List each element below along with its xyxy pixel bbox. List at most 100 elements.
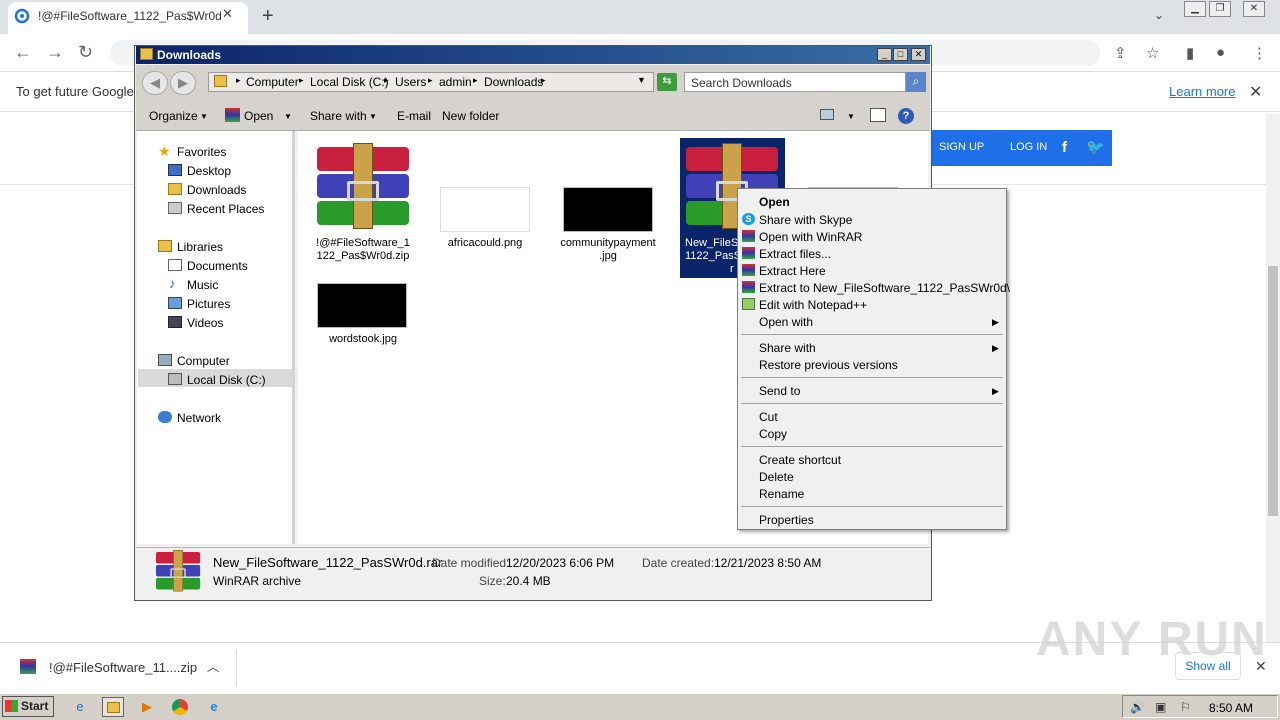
learn-more-link[interactable]: Learn more bbox=[1169, 84, 1235, 99]
menu-extract-files[interactable]: Extract files... bbox=[759, 247, 831, 261]
explorer-taskbar-icon[interactable] bbox=[102, 697, 124, 717]
media-player-icon[interactable]: ▶ bbox=[136, 697, 158, 717]
breadcrumb-arrow-icon[interactable]: ▸ bbox=[236, 75, 241, 86]
breadcrumb-arrow-icon[interactable]: ▸ bbox=[299, 75, 304, 86]
explorer-close-button[interactable]: ✕ bbox=[911, 48, 926, 61]
signup-link[interactable]: SIGN UP bbox=[939, 141, 984, 153]
explorer-titlebar[interactable] bbox=[136, 46, 930, 64]
explorer-back-icon[interactable]: ◀ bbox=[142, 71, 168, 95]
breadcrumb-arrow-icon[interactable]: ▸ bbox=[473, 75, 478, 86]
nav-pictures[interactable]: Pictures bbox=[187, 297, 230, 311]
file-label[interactable]: africacould.png bbox=[430, 237, 540, 250]
breadcrumb-admin[interactable]: admin bbox=[439, 75, 472, 89]
nav-favorites[interactable]: Favorites bbox=[177, 145, 226, 159]
nav-libraries[interactable]: Libraries bbox=[177, 240, 223, 254]
breadcrumb-arrow-icon[interactable]: ▸ bbox=[541, 75, 546, 86]
menu-delete[interactable]: Delete bbox=[759, 470, 794, 484]
back-arrow-icon[interactable]: ← bbox=[14, 42, 32, 63]
search-icon[interactable]: ⌕ bbox=[906, 72, 926, 92]
taskbar-clock[interactable]: 8:50 AM bbox=[1209, 701, 1253, 715]
menu-cut[interactable]: Cut bbox=[759, 410, 778, 424]
nav-recent-places[interactable]: Recent Places bbox=[187, 202, 264, 216]
image-thumbnail[interactable] bbox=[563, 187, 653, 232]
file-label[interactable]: wordstook.jpg bbox=[308, 333, 418, 346]
volume-icon[interactable]: 🔊 bbox=[1130, 700, 1145, 714]
menu-restore-versions[interactable]: Restore previous versions bbox=[759, 358, 898, 372]
close-window-button[interactable]: ✕ bbox=[1243, 1, 1265, 17]
help-icon[interactable]: ? bbox=[898, 108, 914, 124]
infobar-close-icon[interactable]: ✕ bbox=[1249, 82, 1262, 102]
scrollbar-thumb[interactable] bbox=[1268, 266, 1278, 516]
edge-icon[interactable]: e bbox=[203, 697, 225, 717]
breadcrumb-arrow-icon[interactable]: ▸ bbox=[428, 75, 433, 86]
file-label[interactable]: New_FileSo 1122_PasS r bbox=[682, 237, 744, 276]
tab-search-chevron-icon[interactable]: ⌄ bbox=[1154, 8, 1164, 22]
chevron-up-icon[interactable]: ︿ bbox=[207, 658, 219, 675]
nav-desktop[interactable]: Desktop bbox=[187, 164, 231, 178]
menu-open[interactable]: Open bbox=[759, 195, 790, 209]
menu-copy[interactable]: Copy bbox=[759, 427, 787, 441]
chrome-icon[interactable] bbox=[169, 697, 191, 717]
menu-share-skype[interactable]: Share with Skype bbox=[759, 213, 852, 227]
breadcrumb-downloads[interactable]: Downloads bbox=[484, 75, 543, 89]
menu-create-shortcut[interactable]: Create shortcut bbox=[759, 453, 841, 467]
view-dropdown-icon[interactable]: ▼ bbox=[847, 112, 855, 121]
winrar-archive-icon[interactable] bbox=[317, 143, 409, 229]
image-thumbnail[interactable] bbox=[440, 187, 530, 232]
side-panel-icon[interactable]: ▮ bbox=[1186, 44, 1194, 62]
tab-close-icon[interactable]: ✕ bbox=[222, 6, 233, 22]
nav-computer[interactable]: Computer bbox=[177, 354, 230, 368]
menu-kebab-icon[interactable]: ⋮ bbox=[1252, 44, 1267, 62]
menu-edit-notepadpp[interactable]: Edit with Notepad++ bbox=[759, 298, 867, 312]
nav-network[interactable]: Network bbox=[177, 411, 221, 425]
menu-extract-here[interactable]: Extract Here bbox=[759, 264, 826, 278]
reload-icon[interactable]: ↻ bbox=[78, 42, 93, 63]
minimize-button[interactable]: ▁ bbox=[1184, 1, 1206, 17]
refresh-icon[interactable]: ⇆ bbox=[657, 73, 677, 91]
open-button[interactable]: Open bbox=[244, 109, 273, 123]
menu-open-with[interactable]: Open with bbox=[759, 315, 813, 329]
share-dropdown-icon[interactable]: ▼ bbox=[369, 112, 377, 121]
organize-button[interactable]: Organize bbox=[149, 109, 198, 123]
menu-share-with[interactable]: Share with bbox=[759, 341, 816, 355]
image-thumbnail[interactable] bbox=[317, 283, 407, 328]
explorer-forward-icon[interactable]: ▶ bbox=[170, 71, 196, 95]
menu-properties[interactable]: Properties bbox=[759, 513, 814, 527]
breadcrumb-computer[interactable]: Computer bbox=[246, 75, 299, 89]
share-with-button[interactable]: Share with bbox=[310, 109, 367, 123]
menu-extract-to[interactable]: Extract to New_FileSoftware_1122_PasSWr0… bbox=[759, 281, 1010, 295]
view-icon[interactable] bbox=[820, 109, 834, 120]
organize-dropdown-icon[interactable]: ▼ bbox=[200, 112, 208, 121]
open-dropdown-icon[interactable]: ▼ bbox=[284, 112, 292, 121]
explorer-maximize-button[interactable]: □ bbox=[893, 48, 908, 61]
address-dropdown-icon[interactable]: ▼ bbox=[637, 75, 646, 85]
menu-open-winrar[interactable]: Open with WinRAR bbox=[759, 230, 862, 244]
new-folder-button[interactable]: New folder bbox=[442, 109, 499, 123]
nav-downloads[interactable]: Downloads bbox=[187, 183, 246, 197]
profile-avatar-icon[interactable]: ● bbox=[1216, 44, 1225, 61]
action-center-flag-icon[interactable]: ⚐ bbox=[1180, 700, 1191, 714]
network-tray-icon[interactable]: ▣ bbox=[1155, 700, 1166, 714]
facebook-icon[interactable]: f bbox=[1062, 139, 1067, 156]
email-button[interactable]: E-mail bbox=[397, 109, 431, 123]
ie-icon[interactable]: e bbox=[69, 697, 91, 717]
share-icon[interactable]: ⇪ bbox=[1114, 44, 1127, 62]
nav-local-disk[interactable]: Local Disk (C:) bbox=[187, 373, 266, 387]
nav-music[interactable]: Music bbox=[187, 278, 218, 292]
forward-arrow-icon[interactable]: → bbox=[46, 42, 64, 63]
restore-button[interactable]: ❐ bbox=[1209, 1, 1231, 17]
show-all-button[interactable]: Show all bbox=[1175, 652, 1241, 680]
twitter-icon[interactable]: 🐦 bbox=[1086, 138, 1105, 156]
preview-pane-icon[interactable] bbox=[870, 108, 886, 122]
file-label[interactable]: communitypayment .jpg bbox=[553, 237, 663, 263]
new-tab-button[interactable]: + bbox=[262, 5, 274, 28]
breadcrumb-local-disk[interactable]: Local Disk (C:) bbox=[310, 75, 389, 89]
menu-send-to[interactable]: Send to bbox=[759, 384, 800, 398]
download-item-name[interactable]: !@#FileSoftware_11....zip bbox=[49, 660, 197, 675]
explorer-minimize-button[interactable]: _ bbox=[877, 48, 892, 61]
breadcrumb-arrow-icon[interactable]: ▸ bbox=[384, 75, 389, 86]
nav-videos[interactable]: Videos bbox=[187, 316, 223, 330]
bookmark-star-icon[interactable]: ☆ bbox=[1146, 44, 1159, 62]
menu-rename[interactable]: Rename bbox=[759, 487, 804, 501]
nav-documents[interactable]: Documents bbox=[187, 259, 248, 273]
